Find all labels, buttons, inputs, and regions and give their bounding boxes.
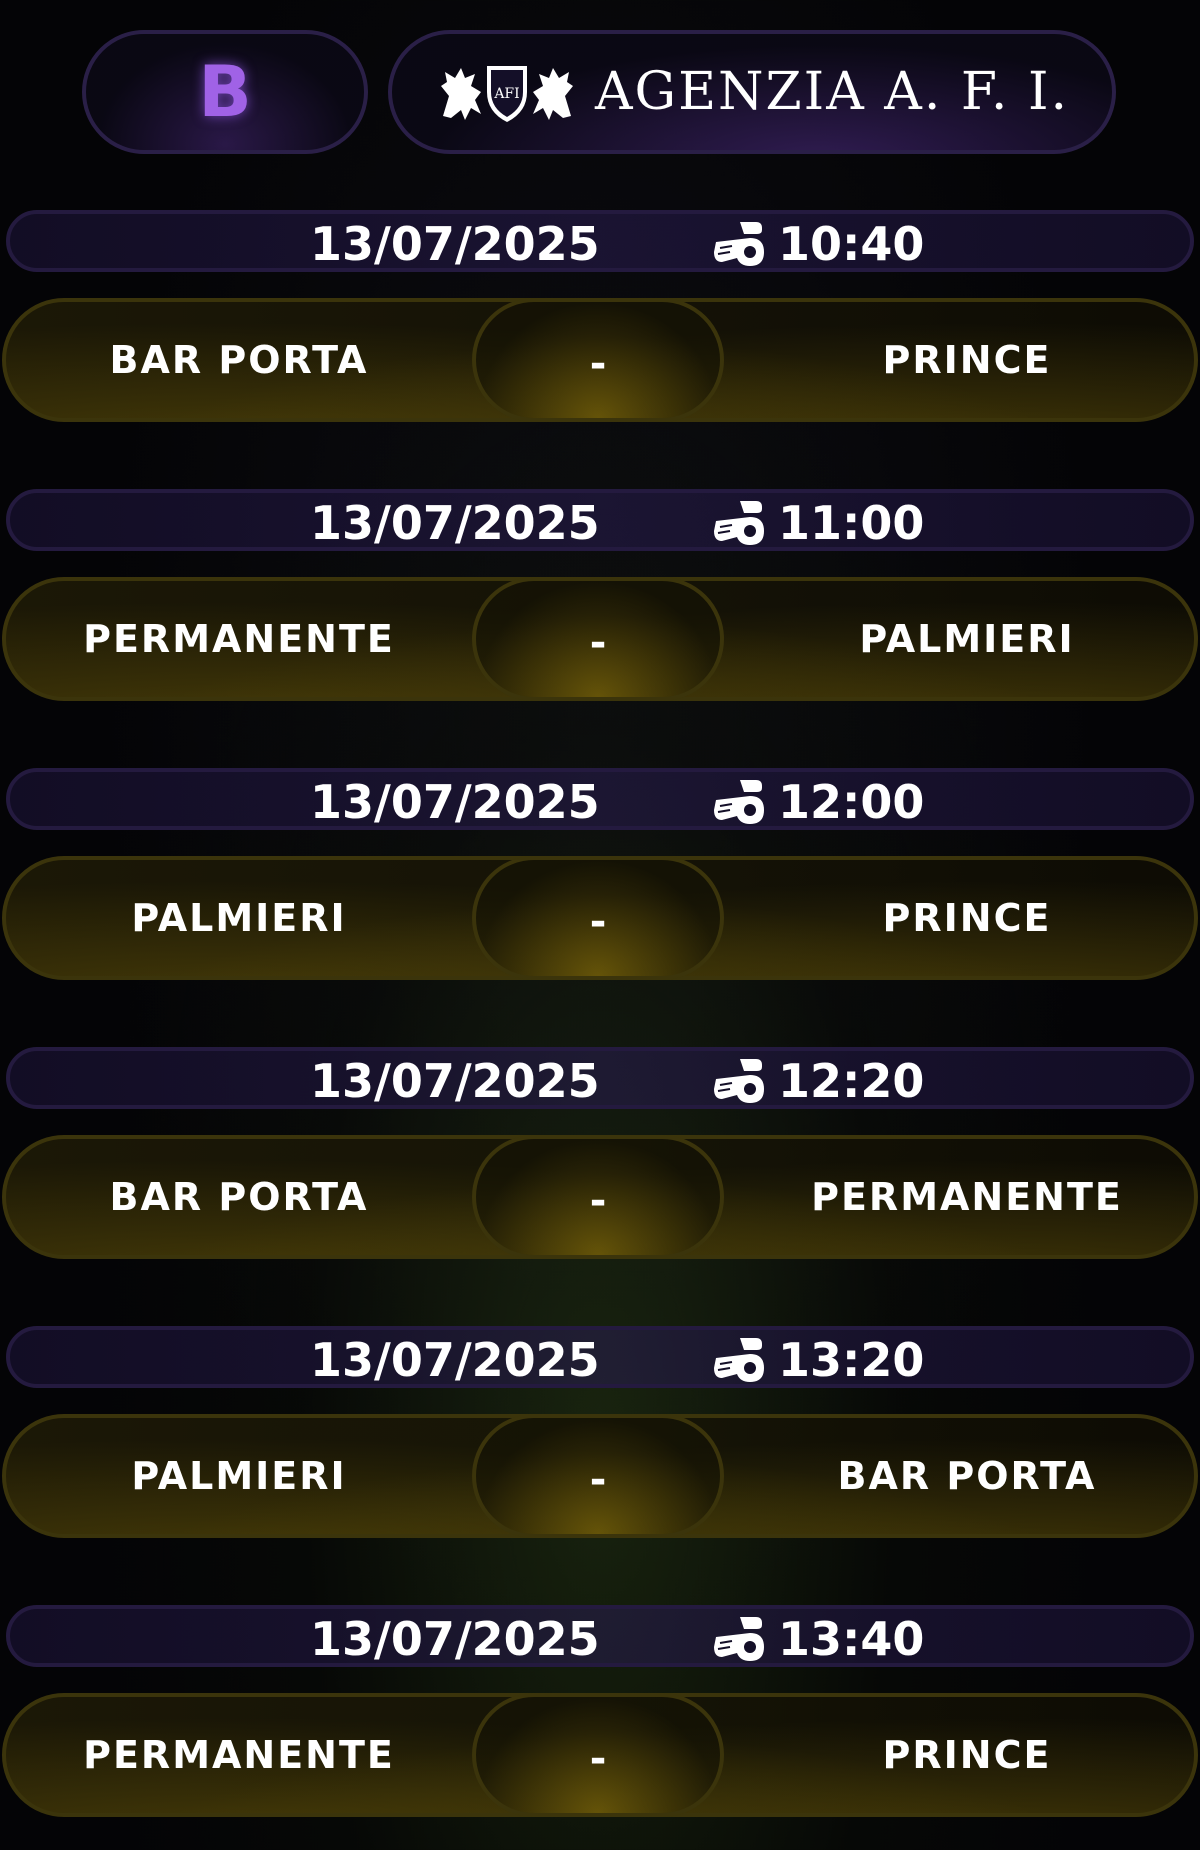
- whistle-icon: [714, 501, 764, 545]
- match-time: 11:00: [778, 496, 925, 550]
- match-datetime-bar: 13/07/2025 13:40: [6, 1605, 1194, 1667]
- match-time: 10:40: [778, 217, 925, 271]
- whistle-icon: [714, 222, 764, 266]
- home-team: BAR PORTA: [109, 1175, 369, 1219]
- whistle-icon: [714, 1059, 764, 1103]
- home-team: BAR PORTA: [109, 338, 369, 382]
- home-team: PERMANENTE: [83, 617, 395, 661]
- header: B AFI AGENZIA A. F. I.: [0, 30, 1200, 158]
- match-time: 12:00: [778, 775, 925, 829]
- match-date: 13/07/2025: [310, 1054, 600, 1108]
- score-separator: -: [589, 620, 607, 666]
- away-team: PRINCE: [882, 1733, 1052, 1777]
- home-team: PALMIERI: [131, 1454, 347, 1498]
- whistle-icon: [714, 1338, 764, 1382]
- match-datetime-bar: 13/07/2025 10:40: [6, 210, 1194, 272]
- away-team: PRINCE: [882, 896, 1052, 940]
- away-team: PERMANENTE: [811, 1175, 1123, 1219]
- whistle-icon: [714, 1617, 764, 1661]
- score-separator: -: [589, 1178, 607, 1224]
- match-date: 13/07/2025: [310, 496, 600, 550]
- home-team: PALMIERI: [131, 896, 347, 940]
- away-team: BAR PORTA: [837, 1454, 1097, 1498]
- match-datetime-bar: 13/07/2025 12:20: [6, 1047, 1194, 1109]
- score-separator: -: [589, 899, 607, 945]
- match-date: 13/07/2025: [310, 217, 600, 271]
- whistle-icon: [714, 780, 764, 824]
- match-time: 13:40: [778, 1612, 925, 1666]
- match-time: 12:20: [778, 1054, 925, 1108]
- heraldic-lions-shield-icon: AFI: [440, 66, 573, 122]
- brand-name: AGENZIA A. F. I.: [594, 62, 1070, 122]
- group-label: B: [198, 51, 252, 133]
- score-separator: -: [589, 1736, 607, 1782]
- match-datetime-bar: 13/07/2025 11:00: [6, 489, 1194, 551]
- match-datetime-bar: 13/07/2025 13:20: [6, 1326, 1194, 1388]
- score-separator: -: [589, 1457, 607, 1503]
- home-team: PERMANENTE: [83, 1733, 395, 1777]
- match-date: 13/07/2025: [310, 1333, 600, 1387]
- group-badge: B: [82, 30, 368, 154]
- match-date: 13/07/2025: [310, 775, 600, 829]
- match-date: 13/07/2025: [310, 1612, 600, 1666]
- svg-text:AFI: AFI: [493, 86, 519, 102]
- away-team: PALMIERI: [859, 617, 1075, 661]
- away-team: PRINCE: [882, 338, 1052, 382]
- match-time: 13:20: [778, 1333, 925, 1387]
- score-separator: -: [589, 341, 607, 387]
- brand-banner: AFI AGENZIA A. F. I.: [388, 30, 1116, 154]
- match-datetime-bar: 13/07/2025 12:00: [6, 768, 1194, 830]
